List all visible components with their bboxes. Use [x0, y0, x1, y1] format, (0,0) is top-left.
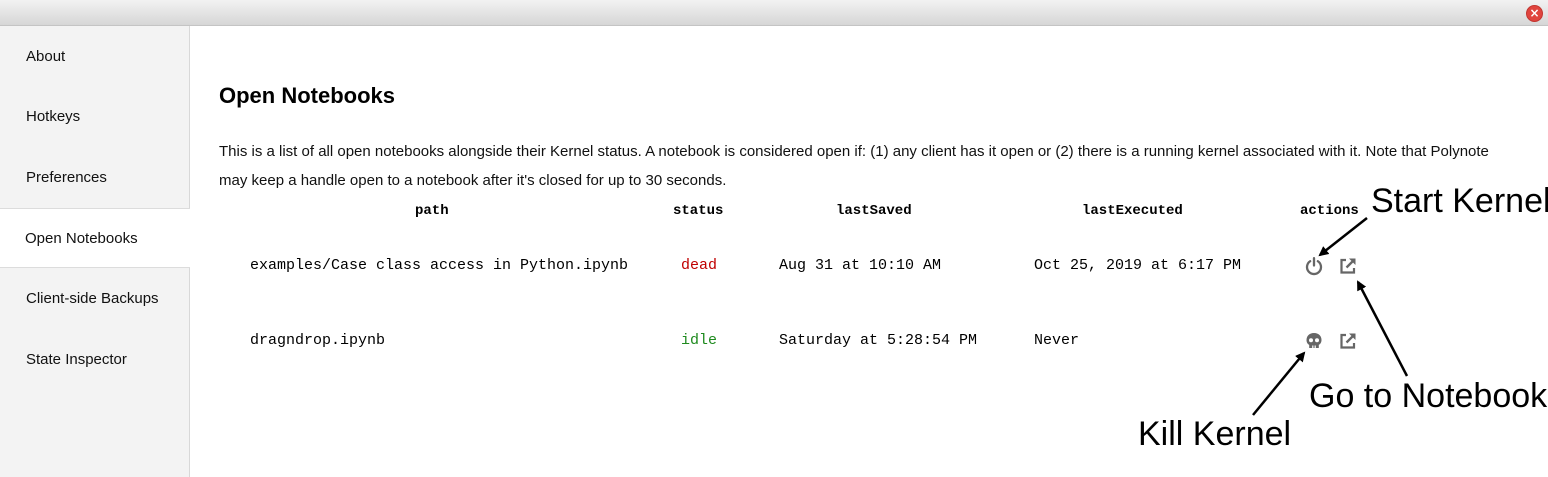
external-link-icon[interactable] — [1338, 331, 1358, 351]
status-badge: dead — [681, 257, 718, 274]
notebook-path[interactable]: examples/Case class access in Python.ipy… — [250, 257, 628, 274]
close-icon[interactable]: × — [1526, 5, 1543, 22]
kill-kernel-label: Kill Kernel — [1138, 415, 1292, 453]
column-header-last-saved: lastSaved — [836, 203, 912, 219]
column-header-last-executed: lastExecuted — [1082, 203, 1183, 219]
column-header-path: path — [415, 203, 449, 219]
sidebar-item-label: Client-side Backups — [26, 290, 159, 308]
go-to-notebook-label: Go to Notebook — [1309, 377, 1548, 415]
window-titlebar: × — [0, 0, 1548, 26]
sidebar-item-state-inspector[interactable]: State Inspector — [0, 329, 189, 390]
sidebar-item-label: State Inspector — [26, 350, 127, 368]
status-badge: idle — [681, 332, 718, 349]
sidebar-item-client-side-backups[interactable]: Client-side Backups — [0, 268, 189, 329]
sidebar-item-label: Preferences — [26, 168, 107, 186]
sidebar-item-preferences[interactable]: Preferences — [0, 147, 189, 208]
external-link-icon[interactable] — [1338, 256, 1358, 276]
sidebar-item-label: About — [26, 47, 66, 65]
last-executed: Oct 25, 2019 at 6:17 PM — [1034, 257, 1242, 274]
last-saved: Aug 31 at 10:10 AM — [779, 257, 942, 274]
start-kernel-label: Start Kernel — [1371, 182, 1548, 220]
last-executed: Never — [1034, 332, 1080, 349]
column-header-actions: actions — [1300, 203, 1359, 219]
sidebar: About Hotkeys Preferences Open Notebooks… — [0, 26, 190, 477]
sidebar-item-label: Open Notebooks — [25, 229, 138, 247]
page-description: This is a list of all open notebooks alo… — [219, 143, 1489, 189]
sidebar-item-label: Hotkeys — [26, 108, 81, 126]
column-header-status: status — [673, 203, 724, 219]
last-saved: Saturday at 5:28:54 PM — [779, 332, 978, 349]
skull-icon[interactable] — [1304, 331, 1324, 351]
page-title: Open Notebooks — [219, 83, 396, 108]
sidebar-item-open-notebooks[interactable]: Open Notebooks — [0, 207, 190, 269]
notebook-path[interactable]: dragndrop.ipynb — [250, 332, 385, 349]
sidebar-item-hotkeys[interactable]: Hotkeys — [0, 87, 189, 148]
power-icon[interactable] — [1304, 256, 1324, 276]
sidebar-item-about[interactable]: About — [0, 26, 189, 87]
